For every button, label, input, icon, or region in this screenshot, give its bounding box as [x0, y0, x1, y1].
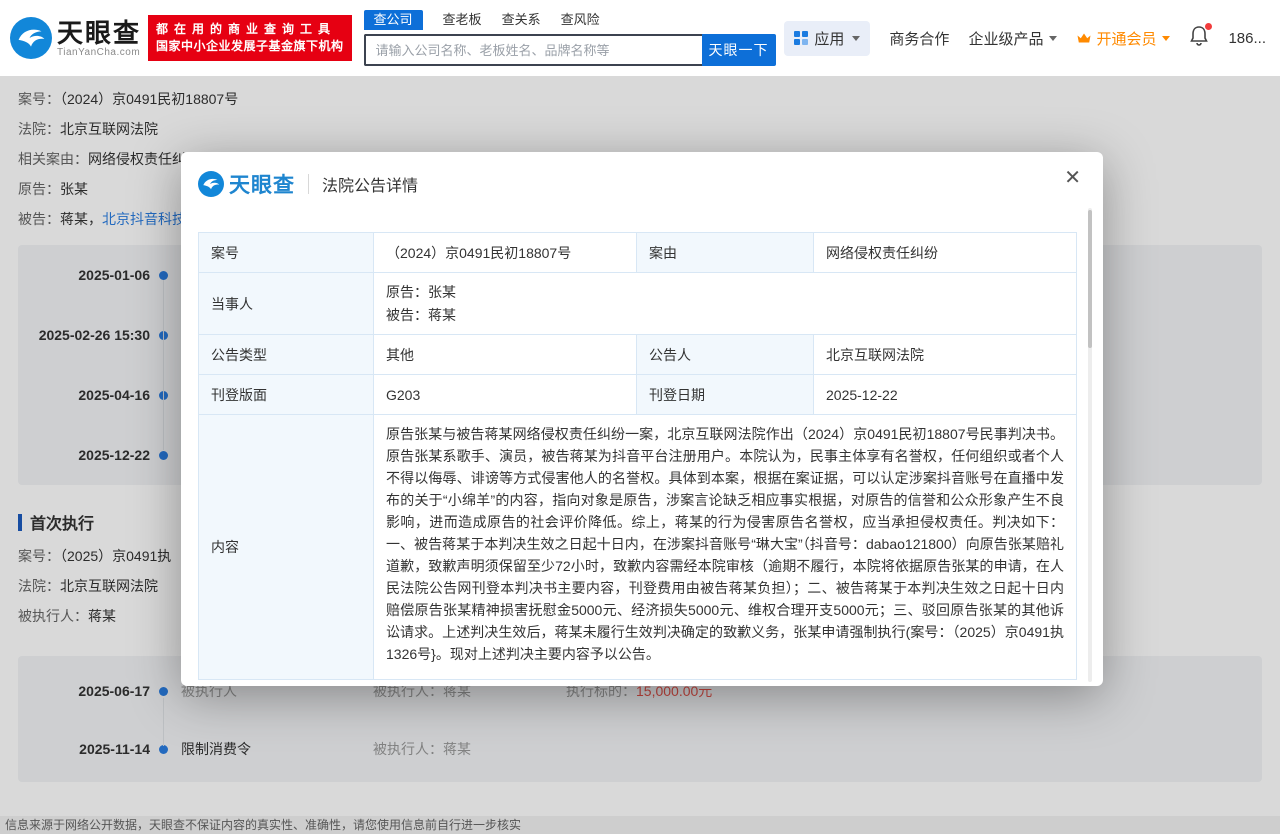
chevron-down-icon	[1162, 36, 1170, 41]
search-area: 查公司 查老板 查关系 查风险 天眼一下	[364, 10, 776, 66]
field-value-type: 其他	[374, 335, 637, 375]
plaintiff-line: 原告：张某	[386, 281, 1064, 304]
tab-search-company[interactable]: 查公司	[364, 10, 423, 30]
field-value-parties: 原告：张某 被告：蒋某	[374, 273, 1077, 335]
apps-grid-icon	[794, 31, 808, 45]
nav-business-label: 商务合作	[889, 28, 949, 49]
logo-subtext: TianYanCha.com	[57, 47, 141, 58]
logo-text: 天眼查	[57, 19, 141, 47]
table-row: 公告类型 其他 公告人 北京互联网法院	[199, 335, 1077, 375]
close-icon[interactable]: ✕	[1064, 168, 1081, 188]
notifications-bell-button[interactable]	[1189, 25, 1209, 52]
notification-badge	[1205, 23, 1212, 30]
chevron-down-icon	[852, 36, 860, 41]
table-row: 刊登版面 G203 刊登日期 2025-12-22	[199, 375, 1077, 415]
field-label-announcer: 公告人	[637, 335, 814, 375]
tab-search-risk[interactable]: 查风险	[561, 11, 600, 29]
promo-line1: 都在用的商业查询工具	[156, 21, 344, 38]
field-label-case-no: 案号	[199, 233, 374, 273]
modal-header: 天眼查 法院公告详情 ✕	[181, 152, 1103, 199]
nav-enterprise-products[interactable]: 企业级产品	[968, 28, 1057, 49]
announcement-detail-table: 案号 （2024）京0491民初18807号 案由 网络侵权责任纠纷 当事人 原…	[198, 232, 1077, 680]
tab-search-relation[interactable]: 查关系	[502, 11, 541, 29]
divider	[308, 174, 309, 194]
table-row: 内容 原告张某与被告蒋某网络侵权责任纠纷一案，北京互联网法院作出（2024）京0…	[199, 415, 1077, 680]
defendant-line: 被告：蒋某	[386, 304, 1064, 327]
court-announcement-modal: 天眼查 法院公告详情 ✕ 案号 （2024）京0491民初18807号 案由 网…	[181, 152, 1103, 686]
table-row: 案号 （2024）京0491民初18807号 案由 网络侵权责任纠纷	[199, 233, 1077, 273]
search-tabs: 查公司 查老板 查关系 查风险	[364, 10, 776, 30]
apps-menu-button[interactable]: 应用	[784, 21, 870, 56]
field-value-announcer: 北京互联网法院	[814, 335, 1077, 375]
promo-banner: 都在用的商业查询工具 国家中小企业发展子基金旗下机构	[148, 15, 352, 61]
field-value-case-no: （2024）京0491民初18807号	[374, 233, 637, 273]
apps-label: 应用	[814, 28, 844, 49]
tianyancha-logo-icon	[10, 17, 52, 59]
table-row: 当事人 原告：张某 被告：蒋某	[199, 273, 1077, 335]
modal-title: 法院公告详情	[322, 172, 418, 196]
nav-vip-label: 开通会员	[1096, 28, 1156, 49]
field-value-publish-date: 2025-12-22	[814, 375, 1077, 415]
modal-scrollbar[interactable]	[1088, 208, 1092, 682]
field-label-cause: 案由	[637, 233, 814, 273]
field-label-publish-date: 刊登日期	[637, 375, 814, 415]
field-label-parties: 当事人	[199, 273, 374, 335]
search-input[interactable]	[364, 34, 702, 66]
crown-icon	[1076, 31, 1092, 45]
user-phone[interactable]: 186...	[1228, 30, 1266, 47]
chevron-down-icon	[1049, 36, 1057, 41]
field-label-page: 刊登版面	[199, 375, 374, 415]
field-label-type: 公告类型	[199, 335, 374, 375]
top-navbar: 天眼查 TianYanCha.com 都在用的商业查询工具 国家中小企业发展子基…	[0, 0, 1280, 76]
tianyancha-logo[interactable]: 天眼查 TianYanCha.com	[10, 17, 141, 59]
tianyancha-logo-icon	[198, 171, 224, 197]
tab-search-boss[interactable]: 查老板	[443, 11, 482, 29]
search-button[interactable]: 天眼一下	[702, 34, 776, 66]
nav-business-cooperation[interactable]: 商务合作	[889, 28, 949, 49]
nav-open-membership[interactable]: 开通会员	[1076, 28, 1170, 49]
field-label-content: 内容	[199, 415, 374, 680]
modal-logo-text: 天眼查	[229, 169, 295, 199]
nav-enterprise-label: 企业级产品	[968, 28, 1043, 49]
field-value-page: G203	[374, 375, 637, 415]
field-value-content: 原告张某与被告蒋某网络侵权责任纠纷一案，北京互联网法院作出（2024）京0491…	[374, 415, 1077, 680]
field-value-cause: 网络侵权责任纠纷	[814, 233, 1077, 273]
search-box: 天眼一下	[364, 34, 776, 66]
scrollbar-thumb[interactable]	[1088, 210, 1092, 348]
announcement-content-text: 原告张某与被告蒋某网络侵权责任纠纷一案，北京互联网法院作出（2024）京0491…	[386, 423, 1064, 671]
top-right-nav: 应用 商务合作 企业级产品 开通会员 186...	[784, 21, 1266, 56]
promo-line2: 国家中小企业发展子基金旗下机构	[156, 38, 344, 55]
